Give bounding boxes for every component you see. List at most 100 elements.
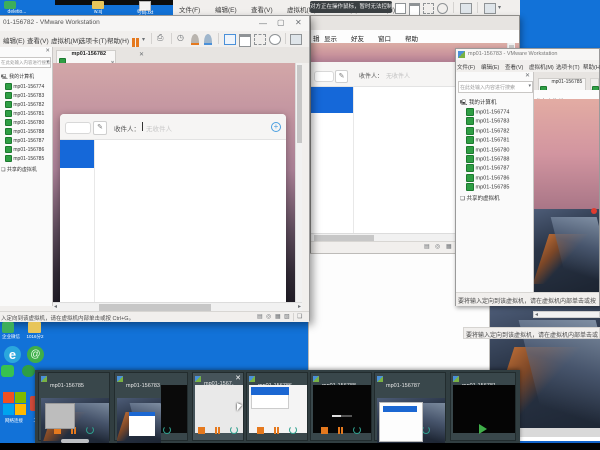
internet-explorer-icon[interactable]: e — [4, 346, 21, 363]
scroll-left-icon[interactable]: ◂ — [54, 304, 57, 310]
vm-list-item[interactable]: mp01-156781 — [466, 136, 509, 145]
tree-root[interactable]: 🖳 我的计算机 — [1, 73, 34, 82]
vm-list-item[interactable]: mp01-156787 — [466, 164, 509, 173]
library-search-input[interactable]: 在此处输入内容进行搜索 ▾ — [0, 57, 51, 68]
add-recipient-icon[interactable]: + — [271, 122, 281, 132]
console-view-icon[interactable] — [484, 3, 496, 14]
compose-icon[interactable]: ✎ — [93, 121, 107, 135]
vm-thumbnail-tile-hovered[interactable]: mp01-1567... ✕ — [192, 372, 244, 441]
stop-vm-icon[interactable] — [198, 427, 205, 434]
vm-display[interactable]: ✎ 收件人： 无收件人 + — [53, 63, 302, 302]
vm-thumbnail-tile[interactable]: mp01-156786 — [246, 372, 308, 441]
vm-display[interactable]: 信息 文件 编 — [534, 90, 599, 292]
user-blue-icon[interactable] — [204, 34, 212, 45]
scroll-right-icon[interactable]: ▸ — [298, 304, 301, 310]
green-app-icon[interactable] — [22, 365, 35, 377]
vm-list-item[interactable]: mp01-156782 — [5, 101, 44, 110]
send-ctrl-alt-del-icon[interactable]: ⎙ — [157, 34, 163, 42]
unity-icon[interactable] — [269, 34, 281, 45]
layout-thumbnails-icon[interactable] — [239, 34, 251, 47]
fullscreen-icon[interactable] — [254, 34, 266, 45]
unity-icon[interactable] — [437, 3, 448, 14]
message-log-icon[interactable]: ❏ — [297, 314, 302, 320]
fullscreen-icon[interactable] — [423, 3, 434, 14]
vm-tab[interactable]: mp01-156785 ✕ — [538, 78, 586, 90]
reset-vm-icon[interactable] — [163, 426, 171, 434]
close-icon[interactable]: ✕ — [295, 19, 302, 27]
pause-vm-icon[interactable] — [337, 421, 344, 428]
vm-thumbnail-tile[interactable]: mp01-156783 — [114, 372, 188, 441]
vm-list-item[interactable]: mp01-156774 — [5, 83, 44, 92]
menu-edit[interactable]: 编辑(E) — [215, 4, 237, 14]
hdd-device-icon[interactable]: ▤ — [424, 244, 430, 250]
vm-list-item[interactable]: mp01-156787 — [5, 137, 44, 146]
vm-list-item[interactable]: mp01-156785 — [466, 183, 509, 192]
vm-thumbnail-tile[interactable]: mp01-156787 — [374, 372, 446, 441]
menu-edit[interactable]: 编辑(E) — [481, 63, 499, 71]
maximize-icon[interactable]: ▢ — [277, 19, 285, 27]
mac-menu-help[interactable]: 帮助 — [405, 33, 418, 43]
pause-vm-icon[interactable] — [273, 421, 280, 428]
pause-vm-icon[interactable] — [214, 421, 221, 428]
vm-tab-active[interactable]: mp01-156782 ✕ — [56, 50, 116, 63]
menu-vm[interactable]: 虚拟机(M) — [51, 35, 80, 45]
vm-thumbnail-tile[interactable]: mp01-156785 — [38, 372, 110, 441]
menu-edit[interactable]: 编辑(E) — [3, 35, 25, 45]
desktop-file-icon[interactable] — [4, 1, 16, 9]
menu-view[interactable]: 查看(V) — [505, 63, 523, 71]
search-input[interactable] — [314, 71, 334, 82]
stop-vm-icon[interactable] — [257, 427, 264, 434]
reset-vm-icon[interactable] — [353, 426, 361, 434]
menu-file[interactable]: 文件(F) — [179, 4, 200, 14]
browser-spiral-icon[interactable]: @ — [27, 346, 44, 363]
vscrollbar[interactable] — [295, 63, 302, 302]
snapshot-clock-icon[interactable]: ◷ — [177, 34, 184, 42]
reset-vm-icon[interactable] — [86, 426, 94, 434]
usb-device-icon[interactable]: ▧ — [284, 314, 290, 320]
menu-file[interactable]: 文件(F) — [457, 63, 475, 71]
menu-tab[interactable]: 选项卡(T) — [79, 35, 107, 45]
menu-vm[interactable]: 虚拟机(M) — [529, 63, 554, 71]
close-tab-bar-icon[interactable]: ✕ — [139, 52, 144, 58]
windows-logo-icon[interactable] — [3, 392, 26, 415]
minimize-icon[interactable]: — — [259, 20, 267, 28]
reset-vm-icon[interactable] — [422, 426, 430, 434]
menu-tab[interactable]: 选项卡(T) — [556, 63, 580, 71]
wechat-work-icon[interactable] — [2, 322, 14, 333]
vm-list-item[interactable]: mp01-156774 — [466, 108, 509, 117]
conversation-selected[interactable] — [60, 140, 94, 168]
reset-vm-icon[interactable] — [230, 426, 238, 434]
mac-menu-view[interactable]: 显示 — [324, 33, 337, 43]
user-orange-icon[interactable] — [191, 34, 199, 45]
hscrollbar[interactable]: ◂ — [533, 311, 600, 318]
tree-root[interactable]: 🖳 我的计算机 — [460, 98, 496, 108]
tree-shared[interactable]: ❏ 共享的虚拟机 — [460, 194, 499, 202]
play-vm-icon[interactable] — [479, 424, 487, 434]
chevron-down-icon[interactable]: ▾ — [498, 5, 501, 11]
menu-help[interactable]: 帮助(H) — [583, 63, 600, 71]
scroll-left-icon[interactable]: ◂ — [535, 312, 538, 318]
vm-list-item[interactable]: mp01-156788 — [5, 128, 44, 137]
to-placeholder[interactable]: 无收件人 — [386, 71, 410, 80]
network-device-icon[interactable]: ▦ — [446, 244, 452, 250]
mac-menu-clipped[interactable]: 辑 — [313, 33, 320, 43]
vm-thumbnail-tile[interactable]: mp01-156781 — [450, 372, 516, 441]
conversation-selected[interactable] — [311, 87, 353, 113]
menu-view[interactable]: 查看(V) — [251, 4, 273, 14]
cdrom-device-icon[interactable]: ◎ — [435, 244, 440, 250]
vm-list-item[interactable]: mp01-156780 — [5, 119, 44, 128]
to-placeholder[interactable]: 无收件人 — [146, 123, 172, 133]
folder-icon[interactable] — [92, 1, 104, 9]
vm-list-item[interactable]: mp01-156781 — [5, 110, 44, 119]
tab-strip[interactable] — [311, 16, 519, 31]
close-sidebar-icon[interactable]: ✕ — [525, 73, 530, 79]
vm-list-item[interactable]: mp01-156782 — [466, 127, 509, 136]
stop-vm-icon[interactable] — [321, 427, 328, 434]
menu-help[interactable]: 帮助(H) — [107, 35, 129, 45]
close-sidebar-icon[interactable]: ✕ — [45, 49, 50, 55]
vm-list-item[interactable]: mp01-156780 — [466, 146, 509, 155]
menu-view[interactable]: 查看(V) — [27, 35, 49, 45]
reset-vm-icon[interactable] — [289, 426, 297, 434]
vm-list-item[interactable]: mp01-156783 — [5, 92, 44, 101]
network-device-icon[interactable]: ▦ — [275, 314, 281, 320]
